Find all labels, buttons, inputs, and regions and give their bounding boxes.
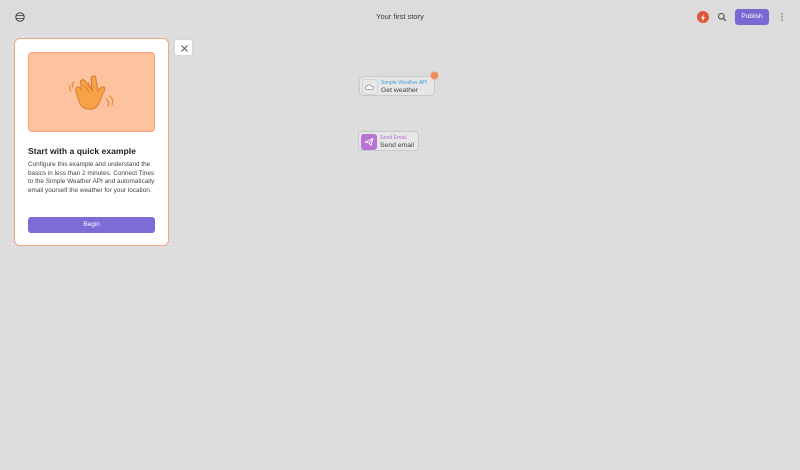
paper-plane-icon [364, 138, 374, 146]
node-name-label: Send email [380, 142, 415, 149]
node-type-label: Simple Weather API [381, 80, 428, 86]
top-bar: Your first story Publish [0, 0, 800, 32]
modal-title: Start with a quick example [28, 146, 136, 156]
more-vertical-icon[interactable] [779, 12, 785, 22]
close-icon [181, 45, 188, 52]
cloud-icon [365, 84, 374, 90]
close-modal-button[interactable] [174, 39, 193, 56]
lightning-icon [701, 14, 706, 22]
node-alert-badge[interactable] [430, 71, 439, 80]
story-title[interactable]: Your first story [0, 12, 800, 21]
node-get-weather[interactable]: Simple Weather API Get weather [359, 76, 435, 96]
modal-description: Configure this example and understand th… [28, 161, 155, 194]
publish-button[interactable]: Publish [735, 9, 769, 25]
node-send-email[interactable]: Send Email Send email [358, 131, 419, 151]
node-type-label: Send Email [380, 135, 407, 141]
node-name-label: Get weather [381, 87, 419, 94]
hero-illustration [28, 52, 155, 132]
node-icon-box [361, 134, 377, 150]
waving-hand-icon [69, 75, 114, 110]
quick-example-modal: Start with a quick example Configure thi… [14, 38, 169, 246]
search-icon[interactable] [717, 12, 727, 22]
avatar[interactable] [697, 11, 709, 23]
node-icon-box [362, 79, 378, 95]
begin-button[interactable]: Begin [28, 217, 155, 233]
